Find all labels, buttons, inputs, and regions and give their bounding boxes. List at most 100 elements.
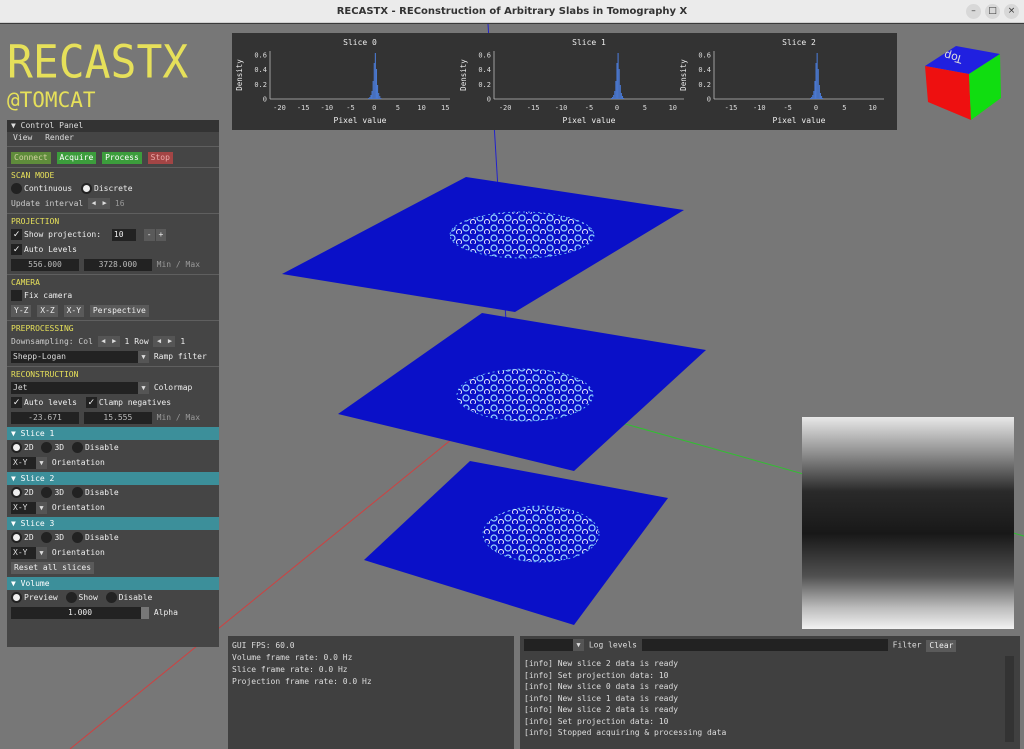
- projection-title: PROJECTION: [11, 217, 60, 226]
- slice-1-2d-radio[interactable]: [11, 442, 22, 453]
- volume-disable-radio[interactable]: [105, 592, 117, 603]
- histogram-2: Slice 2 Pixel value Density 0 0.2 0.4 0.6 -15 -1…: [679, 38, 884, 125]
- discrete-radio[interactable]: [81, 183, 92, 194]
- hist-bar: [368, 98, 370, 99]
- slice-1-orientation-dropdown[interactable]: X-Y ▼: [11, 456, 47, 469]
- update-interval-decrease[interactable]: ◀: [88, 198, 100, 209]
- slice-3-disable-label: Disable: [84, 533, 119, 542]
- col-decrease[interactable]: ◀: [97, 336, 109, 347]
- log-clear-button[interactable]: Clear: [926, 639, 957, 652]
- minimize-button[interactable]: –: [966, 4, 981, 19]
- log-scrollbar[interactable]: [1005, 656, 1014, 742]
- log-line: [info] Set projection data: 10: [524, 716, 669, 726]
- slice-1-disable-radio[interactable]: [71, 442, 83, 453]
- projection-frame-rate: Projection frame rate: 0.0 Hz: [232, 677, 372, 686]
- maximize-button[interactable]: □: [985, 4, 1000, 19]
- slice-3-disable-radio[interactable]: [71, 532, 83, 543]
- projection-index-input[interactable]: 10: [111, 228, 136, 241]
- hist-xtick: -10: [753, 104, 766, 112]
- volume-show-radio[interactable]: [65, 592, 77, 603]
- colormap-dropdown[interactable]: Jet ▼: [11, 381, 149, 394]
- slice-2-3d-label: 3D: [54, 488, 65, 497]
- projection-max-input[interactable]: 3728.000: [83, 258, 152, 271]
- process-button[interactable]: Process: [102, 152, 142, 164]
- fix-camera-checkbox[interactable]: [11, 290, 22, 301]
- stats-panel: GUI FPS: 60.0 Volume frame rate: 0.0 Hz …: [228, 636, 514, 749]
- recon-max-input[interactable]: 15.555: [83, 411, 152, 424]
- projection-plus-button[interactable]: +: [155, 229, 167, 241]
- slice-3-2d-label: 2D: [24, 533, 34, 542]
- alpha-slider[interactable]: 1.000: [11, 606, 149, 619]
- slice-3-title: Slice 3: [20, 519, 55, 528]
- menu-render[interactable]: Render: [45, 133, 74, 142]
- col-increase[interactable]: ▶: [108, 336, 120, 347]
- recon-min-input[interactable]: -23.671: [11, 411, 79, 424]
- projection-min-input[interactable]: 556.000: [11, 258, 79, 271]
- close-button[interactable]: ×: [1004, 4, 1019, 19]
- hist-ytick: 0.2: [478, 81, 491, 89]
- hist-bar: [369, 97, 371, 99]
- control-panel: ▼ Control Panel View Render Connect Acqu…: [7, 120, 219, 647]
- hist-xtick: -20: [273, 104, 286, 112]
- slice-2-disable-radio[interactable]: [71, 487, 83, 498]
- slice-3-header[interactable]: ▼ Slice 3: [7, 517, 219, 530]
- projection-minus-button[interactable]: -: [143, 229, 155, 241]
- hist-xtick: 5: [842, 104, 846, 112]
- slice-3-2d-radio[interactable]: [11, 532, 22, 543]
- hist-xtick: -5: [346, 104, 354, 112]
- hist-bar: [815, 63, 817, 99]
- hist-xtick: 10: [417, 104, 425, 112]
- filter-dropdown[interactable]: Shepp-Logan ▼: [11, 350, 149, 363]
- row-increase[interactable]: ▶: [164, 336, 176, 347]
- slice-2-3d-radio[interactable]: [41, 487, 53, 498]
- view-yz-button[interactable]: Y-Z: [11, 305, 32, 317]
- hist-xtick: 15: [441, 104, 449, 112]
- slice-2-header[interactable]: ▼ Slice 2: [7, 472, 219, 485]
- volume-disable-label: Disable: [118, 593, 153, 602]
- hist-ytick: 0.6: [478, 52, 491, 60]
- slice-2-orientation-label: Orientation: [51, 503, 105, 512]
- log-levels-dropdown[interactable]: ▼: [524, 639, 584, 651]
- acquire-button[interactable]: Acquire: [56, 152, 97, 164]
- slice-2-2d-radio[interactable]: [11, 487, 22, 498]
- log-line: [info] New slice 0 data is ready: [524, 682, 679, 691]
- menu-view[interactable]: View: [13, 133, 32, 142]
- clamp-negatives-label: Clamp negatives: [98, 398, 172, 407]
- slice-1-3d-radio[interactable]: [41, 442, 53, 453]
- slice-2-orientation-dropdown[interactable]: X-Y ▼: [11, 501, 47, 514]
- hist-ytick: 0.4: [254, 66, 267, 74]
- slice-3-3d-radio[interactable]: [41, 532, 53, 543]
- alpha-slider-handle[interactable]: [141, 606, 149, 619]
- volume-preview-radio[interactable]: [11, 592, 22, 603]
- slice-3-orientation-dropdown[interactable]: X-Y ▼: [11, 546, 47, 559]
- view-xz-button[interactable]: X-Z: [37, 305, 58, 317]
- projection-auto-levels-checkbox[interactable]: ✓: [11, 244, 22, 255]
- log-line: [info] Stopped acquiring & processing da…: [524, 728, 727, 737]
- log-list[interactable]: [info] New slice 2 data is ready [info] …: [524, 656, 1016, 742]
- slice-1-header[interactable]: ▼ Slice 1: [7, 427, 219, 440]
- render-viewport[interactable]: Top RECASTX @TOMCAT Slice 0 Pixel value De…: [0, 24, 1024, 749]
- volume-frame-rate: Volume frame rate: 0.0 Hz: [232, 653, 353, 662]
- hist-ylabel: Density: [459, 59, 468, 91]
- update-interval-increase[interactable]: ▶: [99, 198, 111, 209]
- slice-1-disable-label: Disable: [84, 443, 119, 452]
- connect-button[interactable]: Connect: [11, 152, 51, 164]
- view-perspective-button[interactable]: Perspective: [89, 305, 149, 317]
- orientation-cube[interactable]: Top: [922, 44, 1004, 122]
- hist-xtick: 0: [615, 104, 619, 112]
- hist-bar: [817, 69, 819, 99]
- update-interval-label: Update interval: [11, 199, 84, 208]
- slice-plane-bottom: [364, 461, 668, 625]
- log-filter-input[interactable]: [641, 639, 888, 651]
- row-decrease[interactable]: ◀: [153, 336, 165, 347]
- stop-button[interactable]: Stop: [147, 152, 173, 164]
- clamp-negatives-checkbox[interactable]: ✓: [85, 397, 97, 408]
- recon-auto-levels-checkbox[interactable]: ✓: [11, 397, 22, 408]
- control-panel-header[interactable]: ▼ Control Panel: [7, 120, 219, 132]
- reset-all-slices-button[interactable]: Reset all slices: [11, 562, 95, 574]
- continuous-radio[interactable]: [11, 183, 22, 194]
- show-projection-checkbox[interactable]: ✓: [11, 229, 22, 240]
- view-xy-button[interactable]: X-Y: [63, 305, 85, 317]
- slice-1-title: Slice 1: [20, 429, 55, 438]
- volume-header[interactable]: ▼ Volume: [7, 577, 219, 590]
